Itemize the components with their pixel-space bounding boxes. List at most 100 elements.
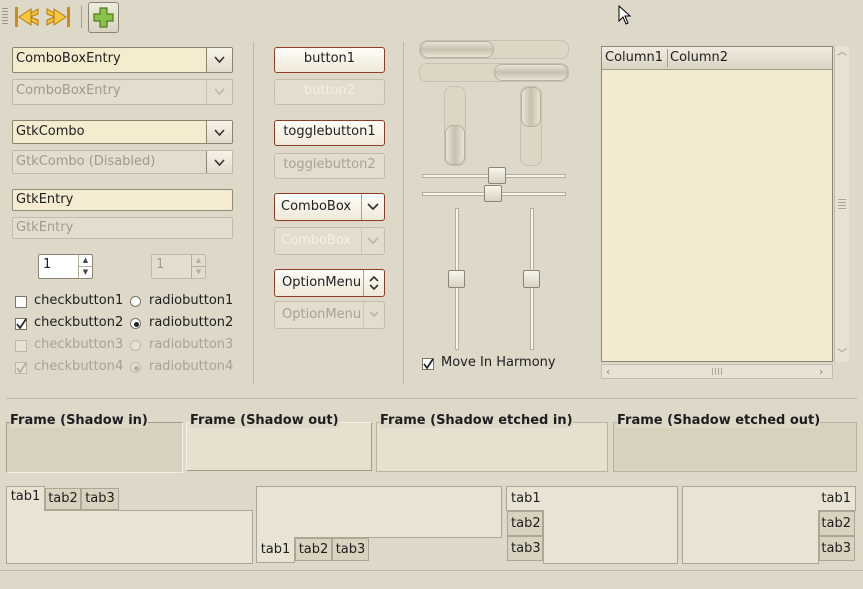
progress-bar-vertical-2 [520,86,542,166]
tab-tab1[interactable]: tab1 [6,486,45,511]
combobox-arrow[interactable] [361,194,384,220]
frame-shadow-in-label: Frame (Shadow in) [10,413,148,428]
checkbutton3-label: checkbutton3 [34,337,124,352]
gtk-entry-disabled-text: GtkEntry [16,220,74,235]
spin-up-icon[interactable]: ▲ [79,255,92,267]
combobox-disabled-text: ComboBox [281,233,352,248]
radiobutton1-circle[interactable] [130,296,141,307]
checkbutton4-box [15,362,27,374]
scroll-up-icon[interactable]: ︿ [835,46,849,60]
option-menu[interactable]: OptionMenu [274,269,385,297]
checkbutton1-label[interactable]: checkbutton1 [34,293,123,308]
tab-tab2[interactable]: tab2 [295,538,332,561]
option-menu-text[interactable]: OptionMenu [282,275,361,290]
checkbutton2-label[interactable]: checkbutton2 [34,315,123,330]
checkmark-icon [423,358,434,370]
gtkcombo-text[interactable]: GtkCombo [16,124,85,139]
scroll-grip[interactable] [712,368,722,375]
progress-bar-horizontal-1 [419,40,569,59]
combobox-entry-disabled-arrow [206,80,232,104]
chevron-down-icon [214,159,225,167]
tab-tab2[interactable]: tab2 [45,488,81,510]
progress-fill [420,41,494,58]
vscale-2-slider[interactable] [523,270,540,288]
scroll-left-icon[interactable]: ‹ [606,365,616,378]
tab-tab1[interactable]: tab1 [506,486,544,511]
spin-button[interactable]: 1 ▲ ▼ [38,254,93,279]
hscale-2-slider[interactable] [484,185,502,202]
tab-tab3[interactable]: tab3 [819,536,855,561]
move-in-harmony-label[interactable]: Move In Harmony [441,355,556,370]
gtk-entry[interactable]: GtkEntry [12,189,233,211]
toolbar-separator [81,6,82,28]
gtkcombo-arrow[interactable] [206,121,232,143]
radiobutton1-label[interactable]: radiobutton1 [149,293,233,308]
tab-tab1[interactable]: tab1 [256,537,295,563]
spin-down-icon: ▼ [195,267,202,276]
progress-fill [445,125,465,165]
button1[interactable]: button1 [274,47,385,73]
frame-shadow-out [186,422,372,471]
combobox-entry-disabled: ComboBoxEntry [12,79,233,105]
vscale-1-slider[interactable] [448,270,465,288]
combobox-entry[interactable]: ComboBoxEntry [12,47,233,73]
gtkcombo-disabled-arrow [206,151,232,173]
tab-tab3[interactable]: tab3 [507,536,543,561]
radiobutton2-circle[interactable] [130,318,141,329]
hscale-1-slider[interactable] [488,167,506,184]
checkbutton2-box[interactable] [15,318,27,330]
frame-shadow-out-label: Frame (Shadow out) [190,413,339,428]
column1-header[interactable]: Column1 [605,50,663,65]
gtkcombo-disabled-text: GtkCombo (Disabled) [16,154,156,169]
move-in-harmony-checkbox[interactable] [422,358,434,370]
tab-tab3[interactable]: tab3 [332,538,369,561]
chevron-down-icon [367,203,379,211]
tab-tab1[interactable]: tab1 [818,486,856,511]
tab-tab3[interactable]: tab3 [81,488,119,510]
go-back-icon[interactable] [12,3,40,31]
tree-header: Column1 Column2 [602,47,832,70]
separator [0,570,863,571]
scroll-down-icon[interactable]: ﹀ [835,348,849,362]
horizontal-scrollbar[interactable]: ‹ › [601,364,833,379]
frame-shadow-etched-in-label: Frame (Shadow etched in) [380,413,573,428]
toolbar-grip[interactable] [2,8,8,26]
scroll-grip[interactable] [838,199,846,209]
progress-bar-vertical-1 [444,86,466,166]
togglebutton2: togglebutton2 [274,153,385,179]
gtk-entry-text[interactable]: GtkEntry [16,192,73,207]
combobox-entry-text[interactable]: ComboBoxEntry [16,51,121,66]
chevron-down-icon [369,311,379,318]
tree-view[interactable]: Column1 Column2 [601,46,833,362]
vertical-scrollbar[interactable]: ︿ ﹀ [834,46,849,362]
gtkcombo[interactable]: GtkCombo [12,120,233,144]
up-down-icon [369,275,379,291]
checkbutton1-box[interactable] [15,296,27,308]
add-button[interactable] [88,2,119,33]
tab-tab2[interactable]: tab2 [507,511,543,536]
combobox-text[interactable]: ComboBox [281,199,351,214]
radiobutton2-label[interactable]: radiobutton2 [149,315,233,330]
tab-tab2[interactable]: tab2 [819,511,855,536]
go-forward-icon[interactable] [45,3,73,31]
column2-header[interactable]: Column2 [670,50,728,65]
radiobutton3-label: radiobutton3 [149,337,234,352]
scroll-right-icon[interactable]: › [819,365,829,378]
combobox[interactable]: ComboBox [274,193,385,221]
option-menu-disabled: OptionMenu [274,301,385,329]
notebook-left-page [543,486,678,564]
button2: button2 [274,79,385,105]
checkmark-icon [16,318,27,330]
chevron-down-icon [214,129,225,137]
spin-button-disabled-value: 1 [156,257,165,272]
combobox-entry-arrow[interactable] [206,48,232,72]
radiobutton4-circle [130,362,141,373]
progress-fill [494,64,568,81]
add-icon [93,7,114,28]
notebook-bottom-page [256,486,502,538]
spin-down-icon[interactable]: ▼ [79,267,92,279]
option-menu-arrow[interactable] [363,270,384,296]
chevron-down-icon [367,237,379,245]
spin-button-value[interactable]: 1 [43,257,51,272]
togglebutton1[interactable]: togglebutton1 [274,120,385,146]
